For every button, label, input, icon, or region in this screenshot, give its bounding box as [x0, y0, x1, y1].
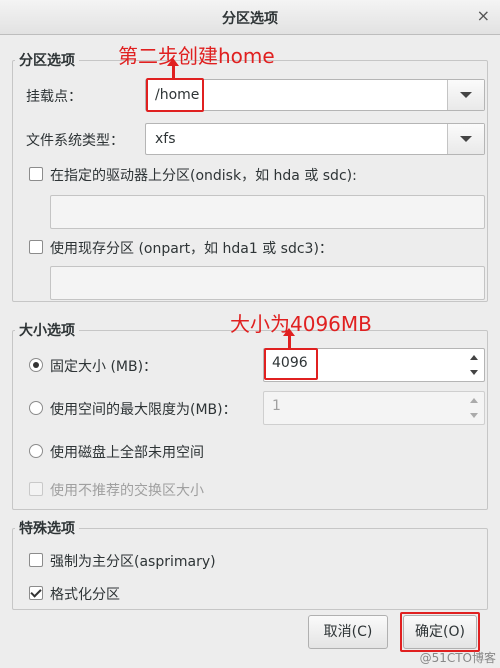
fs-type-dropdown-button[interactable] — [447, 124, 484, 154]
annotation-arrow-shaft — [172, 64, 175, 78]
chevron-down-icon — [460, 92, 472, 98]
special-options-legend: 特殊选项 — [19, 521, 75, 537]
max-size-spinner[interactable]: 1 — [263, 391, 485, 425]
fixed-size-radio[interactable] — [29, 358, 43, 372]
annotation-box-mount — [146, 78, 204, 112]
mount-point-label: 挂载点： — [26, 89, 82, 105]
annotation-box-size — [264, 348, 318, 380]
recommended-swap-label: 使用不推荐的交换区大小 — [50, 483, 204, 499]
fs-type-value: xfs — [155, 131, 176, 147]
max-size-label: 使用空间的最大限度为(MB)： — [50, 402, 237, 418]
watermark: @51CTO博客 — [419, 651, 496, 665]
max-size-radio[interactable] — [29, 401, 43, 415]
max-size-value: 1 — [272, 398, 281, 414]
annotation-step2: 第二步创建home — [118, 44, 275, 68]
asprimary-label: 强制为主分区(asprimary) — [50, 554, 216, 570]
window-title: 分区选项 — [222, 11, 278, 27]
partition-options-legend: 分区选项 — [19, 53, 75, 69]
fixed-size-label: 固定大小 (MB)： — [50, 359, 158, 375]
ondisk-input[interactable] — [50, 195, 485, 229]
stepper-up-icon[interactable] — [470, 355, 478, 360]
fixed-size-stepper[interactable] — [466, 349, 484, 381]
chevron-down-icon — [460, 136, 472, 142]
close-icon[interactable]: × — [477, 6, 490, 25]
annotation-box-ok — [400, 612, 480, 652]
ondisk-label: 在指定的驱动器上分区(ondisk，如 hda 或 sdc): — [50, 168, 357, 184]
format-partition-label: 格式化分区 — [50, 587, 120, 603]
ondisk-checkbox[interactable] — [29, 167, 43, 181]
onpart-input[interactable] — [50, 266, 485, 300]
mount-point-dropdown-button[interactable] — [447, 80, 484, 110]
stepper-down-icon[interactable] — [470, 370, 478, 375]
stepper-down-icon[interactable] — [470, 413, 478, 418]
fs-type-combo[interactable]: xfs — [145, 123, 485, 155]
title-bar: 分区选项 × — [0, 0, 500, 35]
fill-disk-label: 使用磁盘上全部未用空间 — [50, 445, 204, 461]
fill-disk-radio[interactable] — [29, 444, 43, 458]
size-options-legend: 大小选项 — [19, 323, 75, 339]
onpart-checkbox[interactable] — [29, 240, 43, 254]
annotation-arrow-head-size-icon — [283, 328, 295, 336]
stepper-up-icon[interactable] — [470, 398, 478, 403]
annotation-arrow-head-icon — [167, 58, 179, 66]
max-size-stepper[interactable] — [466, 392, 484, 424]
asprimary-checkbox[interactable] — [29, 553, 43, 567]
onpart-label: 使用现存分区 (onpart，如 hda1 或 sdc3)： — [50, 241, 333, 257]
annotation-size: 大小为4096MB — [230, 312, 372, 336]
cancel-button[interactable]: 取消(C) — [308, 615, 388, 649]
recommended-swap-checkbox[interactable] — [29, 482, 43, 496]
fs-type-label: 文件系统类型： — [26, 133, 124, 149]
format-partition-checkbox[interactable] — [29, 586, 43, 600]
